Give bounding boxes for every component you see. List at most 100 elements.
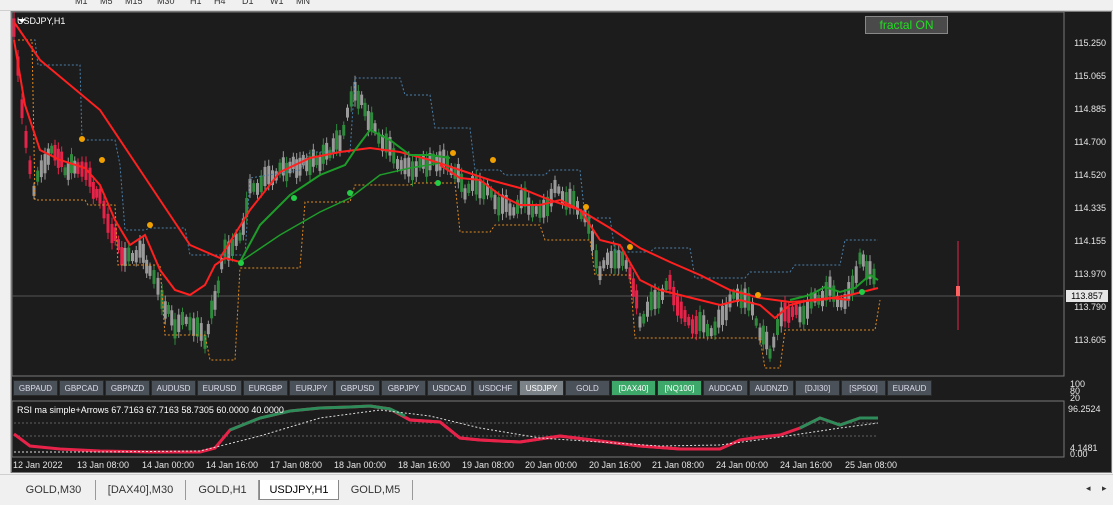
symbol-button-gbpjpy[interactable]: GBPJPY: [381, 380, 426, 396]
price-chart[interactable]: [0, 0, 1113, 505]
fractal-down-marker: [859, 289, 865, 295]
time-tick-label: 25 Jan 08:00: [845, 460, 898, 470]
symbol-button-audcad[interactable]: AUDCAD: [703, 380, 748, 396]
candle-body: [181, 311, 184, 326]
candle-body: [713, 321, 717, 336]
symbol-button-gbpcad[interactable]: GBPCAD: [59, 380, 104, 396]
candle-body: [259, 175, 263, 193]
symbol-button-eurusd[interactable]: EURUSD: [197, 380, 242, 396]
symbol-button-gbpnzd[interactable]: GBPNZD: [105, 380, 150, 396]
candle-body: [167, 305, 170, 314]
symbol-button-audnzd[interactable]: AUDNZD: [749, 380, 794, 396]
fractal-toggle-button[interactable]: fractal ON: [865, 16, 948, 34]
symbol-button-usdjpy[interactable]: USDJPY: [519, 380, 564, 396]
fractal-up-marker: [147, 222, 153, 228]
candle-body: [138, 240, 142, 258]
candle-body: [425, 157, 429, 177]
candle-body: [806, 299, 809, 319]
candle-body: [102, 200, 106, 219]
candle-body: [802, 305, 806, 325]
candle-body: [534, 206, 538, 214]
candle-body: [360, 94, 364, 106]
symbol-button-usdchf[interactable]: USDCHF: [473, 380, 518, 396]
candle-body: [24, 131, 28, 148]
candle-body: [407, 157, 411, 177]
candle-body: [761, 325, 765, 345]
candle-body: [624, 260, 628, 269]
symbol-button-usdcad[interactable]: USDCAD: [427, 380, 472, 396]
tab-scroll-left-icon[interactable]: ◂: [1086, 484, 1091, 494]
rsi-signal-line: [14, 409, 879, 453]
candle-body: [691, 319, 694, 334]
tab-scroll-right-icon[interactable]: ▸: [1102, 484, 1107, 494]
fractal-up-marker: [755, 292, 761, 298]
symbol-button-gold[interactable]: GOLD: [565, 380, 610, 396]
trading-terminal: M1 M5 M15 M30 H1 H4 D1 W1 MN USDJPY,H1 fractal O…: [0, 0, 1113, 505]
candle-body: [679, 301, 683, 319]
candle-body: [646, 301, 649, 317]
candle-body: [851, 275, 854, 295]
candle-body: [638, 316, 642, 328]
candle-body: [717, 309, 721, 328]
symbol-button-euraud[interactable]: EURAUD: [887, 380, 932, 396]
symbol-button-dax40[interactable]: [DAX40]: [611, 380, 656, 396]
candle-body: [609, 251, 613, 269]
candle-body: [460, 173, 464, 192]
candle-body: [216, 280, 220, 294]
chart-title: USDJPY,H1: [17, 16, 66, 26]
candle-body: [456, 164, 460, 183]
symbol-button-gbpusd[interactable]: GBPUSD: [335, 380, 380, 396]
symbol-button-eurjpy[interactable]: EURJPY: [289, 380, 334, 396]
price-tick-label: 115.065: [1074, 71, 1106, 81]
candle-body: [602, 260, 606, 269]
candle-body: [664, 280, 668, 290]
candle-body: [557, 186, 561, 194]
candle-body: [163, 301, 167, 319]
candle-body: [43, 154, 47, 174]
candle-body: [366, 111, 370, 130]
candle-body: [553, 179, 557, 194]
price-marker-body: [956, 286, 960, 296]
fractal-down-marker: [238, 260, 244, 266]
candle-body: [363, 102, 367, 117]
candle-body: [156, 277, 160, 295]
candle-body: [687, 316, 691, 326]
candle-body: [73, 160, 77, 174]
candle-body: [768, 348, 772, 359]
candle-body: [123, 247, 127, 266]
time-tick-label: 13 Jan 08:00: [77, 460, 130, 470]
fractal-up-marker: [490, 157, 496, 163]
chart-tab[interactable]: GOLD,M5: [339, 480, 413, 500]
candle-body: [743, 288, 747, 308]
chart-tab[interactable]: GOLD,M30: [12, 480, 96, 500]
time-tick-label: 19 Jan 08:00: [462, 460, 515, 470]
candle-body: [497, 197, 501, 216]
candle-body: [594, 250, 598, 269]
candle-body: [356, 90, 360, 109]
symbol-button-dji30[interactable]: [DJI30]: [795, 380, 840, 396]
candle-body: [606, 252, 609, 265]
chart-tab[interactable]: [DAX40],M30: [96, 480, 186, 500]
fractal-up-marker: [79, 136, 85, 142]
candle-body: [538, 204, 542, 218]
candle-body: [508, 203, 512, 216]
symbol-button-eurgbp[interactable]: EURGBP: [243, 380, 288, 396]
chart-tab[interactable]: USDJPY,H1: [259, 480, 339, 500]
candle-body: [210, 300, 214, 319]
candle-body: [88, 167, 92, 187]
candle-body: [791, 306, 794, 317]
symbol-button-sp500[interactable]: [SP500]: [841, 380, 886, 396]
candle-body: [173, 319, 177, 339]
chart-tab[interactable]: GOLD,H1: [187, 480, 259, 500]
price-tick-label: 113.970: [1074, 269, 1106, 279]
candle-body: [110, 223, 114, 244]
candle-body: [631, 278, 635, 297]
symbol-button-nq100[interactable]: [NQ100]: [657, 380, 702, 396]
symbol-button-gbpaud[interactable]: GBPAUD: [13, 380, 58, 396]
moving-average-green-line-a: [239, 128, 451, 263]
candle-body: [642, 313, 646, 324]
candle-body: [12, 18, 16, 37]
candle-body: [798, 306, 802, 323]
candle-body: [36, 170, 40, 182]
symbol-button-audusd[interactable]: AUDUSD: [151, 380, 196, 396]
